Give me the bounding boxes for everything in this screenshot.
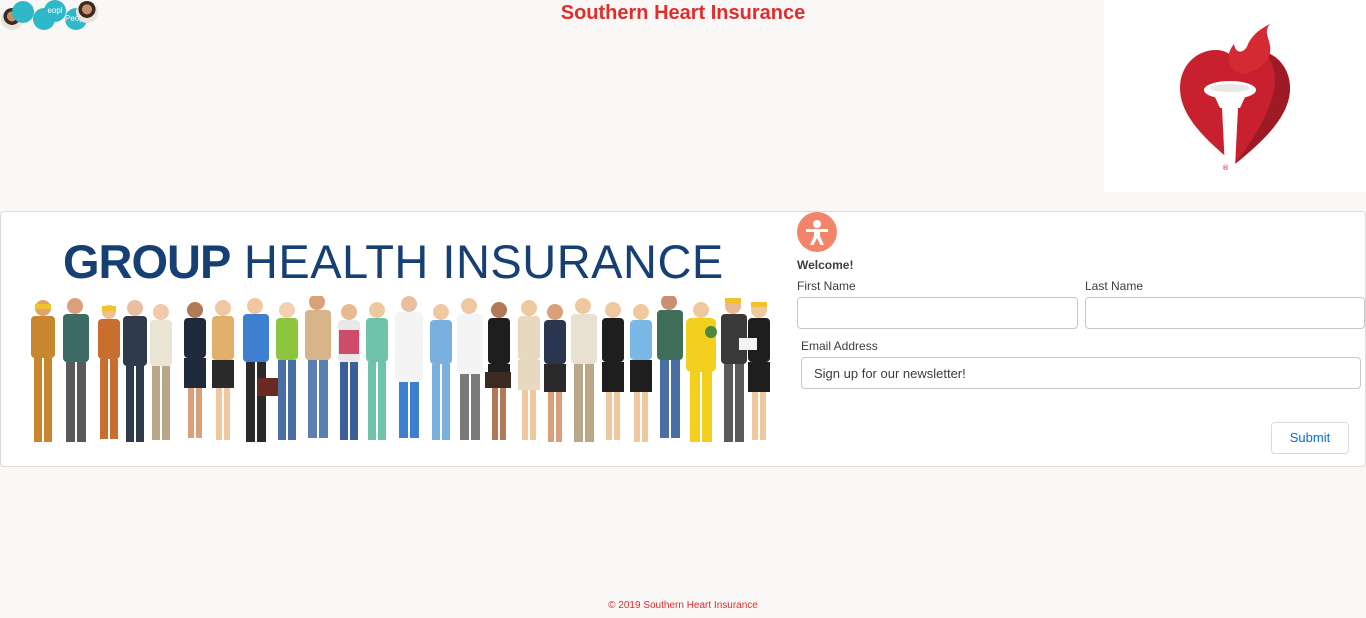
last-name-field[interactable] <box>1085 297 1365 329</box>
heart-torch-logo-icon: ® <box>1180 24 1290 172</box>
logo: ® <box>1104 0 1366 192</box>
footer-copyright: © 2019 Southern Heart Insurance <box>608 600 758 611</box>
first-name-field[interactable] <box>797 297 1078 329</box>
submit-button[interactable]: Submit <box>1271 422 1349 454</box>
welcome-heading: Welcome! <box>797 258 854 272</box>
banner-heading-bold: GROUP <box>63 235 231 288</box>
person-icon <box>806 220 828 245</box>
svg-text:®: ® <box>1222 164 1229 172</box>
content-card: GROUP HEALTH INSURANCE Welcome! First Na… <box>0 211 1366 467</box>
banner-heading: GROUP HEALTH INSURANCE <box>63 234 724 290</box>
welcome-person-icon <box>797 212 837 252</box>
banner-image: GROUP HEALTH INSURANCE <box>15 222 781 458</box>
email-label: Email Address <box>801 339 878 353</box>
people-group-illustration <box>31 296 770 442</box>
last-name-label: Last Name <box>1085 279 1144 293</box>
first-name-label: First Name <box>797 279 856 293</box>
banner-heading-light: HEALTH INSURANCE <box>243 235 724 288</box>
email-field[interactable] <box>801 357 1361 389</box>
